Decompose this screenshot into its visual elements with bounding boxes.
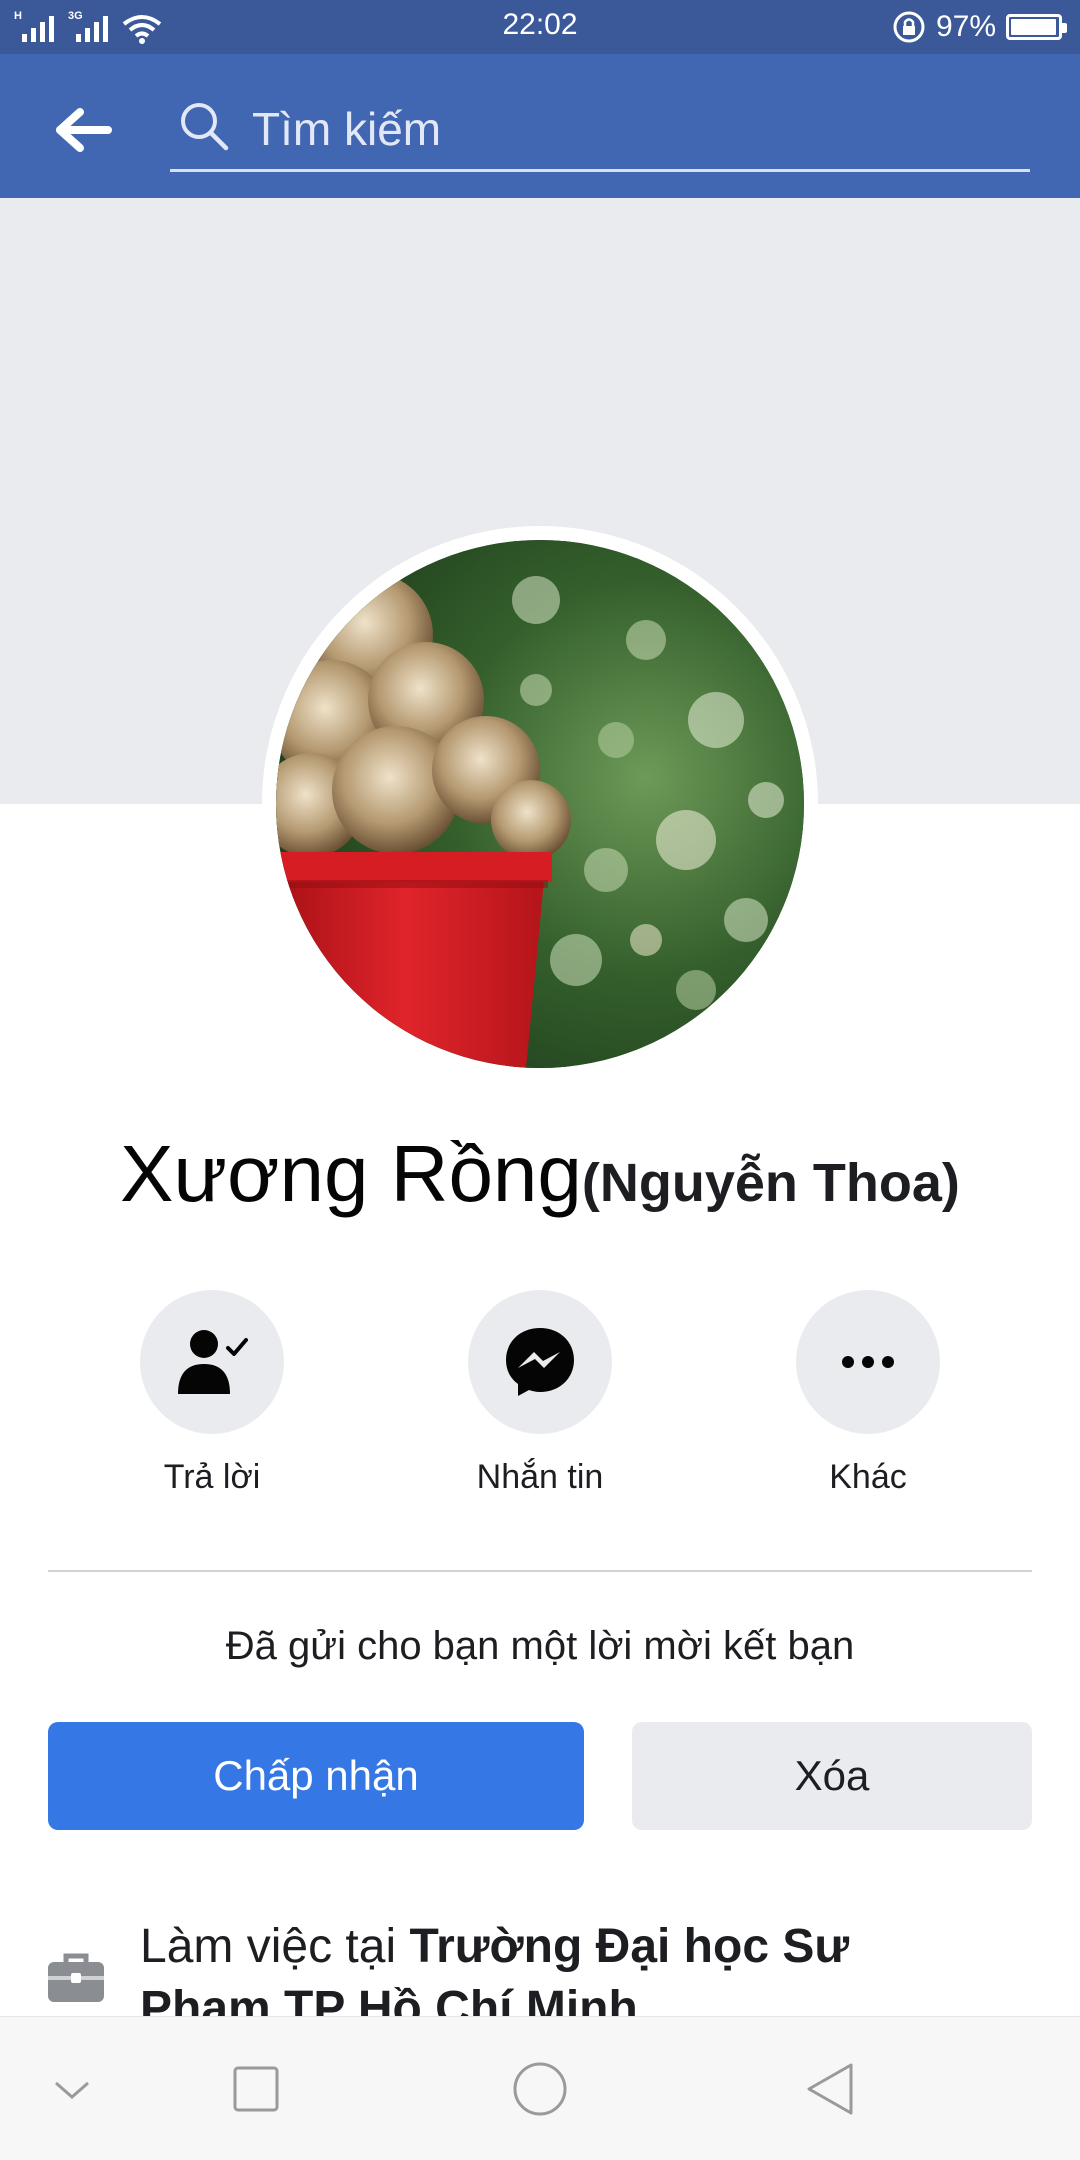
- home-icon: [513, 2062, 567, 2116]
- battery-percent: 97%: [935, 10, 996, 43]
- profile-actions: Trả lời Nhắn tin Khác: [0, 1290, 1080, 1510]
- collapse-icon: [55, 2081, 89, 2099]
- home-button[interactable]: [510, 2059, 570, 2119]
- system-nav-bar: [0, 2016, 1080, 2160]
- work-prefix: Làm việc tại: [140, 1920, 410, 1973]
- search-icon: [181, 103, 229, 151]
- app-bar: Tìm kiếm: [0, 54, 1080, 198]
- accept-button[interactable]: Chấp nhận: [48, 1722, 584, 1830]
- search-placeholder: Tìm kiếm: [252, 103, 442, 155]
- person-check-icon: [178, 1330, 248, 1394]
- cactus-photo: [276, 540, 804, 1068]
- back-nav-button[interactable]: [800, 2059, 860, 2119]
- search-input[interactable]: Tìm kiếm: [170, 84, 1030, 172]
- back-button[interactable]: [44, 90, 124, 170]
- message-label: Nhắn tin: [476, 1458, 604, 1496]
- more-button[interactable]: Khác: [748, 1290, 988, 1497]
- more-button-circle[interactable]: [796, 1290, 940, 1434]
- recents-button[interactable]: [226, 2059, 286, 2119]
- profile-picture[interactable]: [276, 540, 804, 1068]
- alternate-name: (Nguyễn Thoa): [581, 1153, 960, 1213]
- battery-level: [1011, 19, 1056, 35]
- divider: [48, 1570, 1032, 1572]
- more-icon: [842, 1356, 894, 1368]
- friend-request-message: Đã gửi cho bạn một lời mời kết bạn: [225, 1624, 855, 1668]
- status-bar: H 3G 22:02 97%: [0, 0, 1080, 54]
- collapse-button[interactable]: [42, 2059, 102, 2119]
- work-info[interactable]: Làm việc tại Trường Đại học Sư Phạm TP H…: [0, 1916, 1080, 2035]
- respond-label: Trả lời: [163, 1458, 261, 1496]
- profile-name: Xương Rồng(Nguyễn Thoa): [0, 1128, 1080, 1220]
- message-button-circle[interactable]: [468, 1290, 612, 1434]
- respond-button-circle[interactable]: [140, 1290, 284, 1434]
- briefcase-icon: [48, 1953, 104, 2002]
- delete-button[interactable]: Xóa: [632, 1722, 1032, 1830]
- respond-button[interactable]: Trả lời: [92, 1290, 332, 1497]
- back-icon: [807, 2063, 853, 2115]
- profile-picture-frame: [262, 526, 818, 1082]
- battery-icon: [1006, 14, 1067, 40]
- rotation-lock-icon: [893, 11, 925, 43]
- arrow-left-icon: [56, 108, 112, 152]
- more-label: Khác: [829, 1458, 907, 1496]
- messenger-icon: [506, 1328, 574, 1396]
- status-right: 97%: [892, 8, 1067, 46]
- message-button[interactable]: Nhắn tin: [420, 1290, 660, 1497]
- display-name: Xương Rồng: [120, 1129, 582, 1218]
- recents-icon: [233, 2066, 279, 2112]
